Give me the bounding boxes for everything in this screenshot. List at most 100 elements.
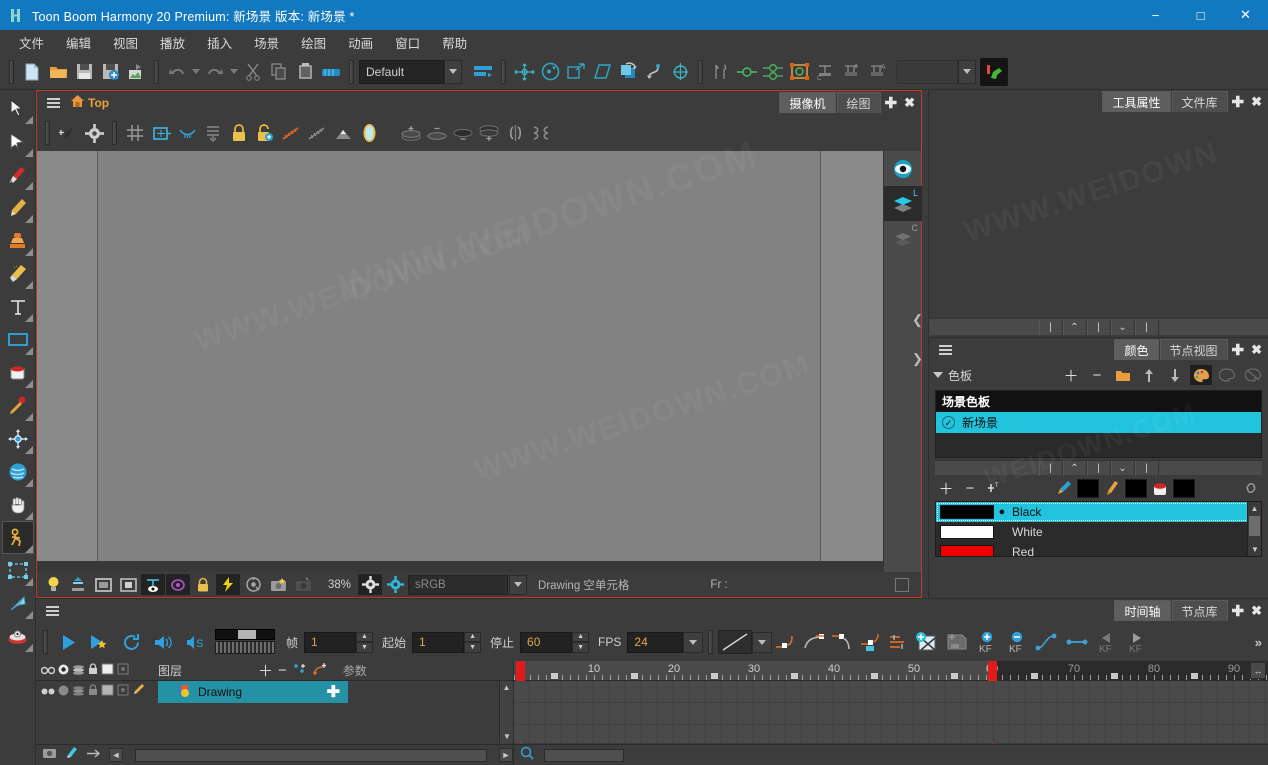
pal-nav-down-button[interactable]: ⌄ [1111,461,1135,476]
close-timeline-panel-button[interactable]: ✖ [1247,603,1266,619]
frame-grid[interactable] [514,681,1268,743]
row-lock-icon[interactable] [88,683,98,701]
menu-drawing[interactable]: 绘图 [290,30,337,55]
rectangle-tool-icon[interactable] [2,323,34,356]
transform-tool-icon[interactable] [2,422,34,455]
toolbar-grip-5[interactable] [698,60,703,84]
ease-in-icon[interactable] [772,629,800,655]
light-table-on-icon[interactable] [278,120,304,146]
hamburger-icon[interactable] [934,339,956,361]
eyes-icon[interactable] [41,662,55,680]
tab-node-library[interactable]: 节点库 [1172,600,1228,621]
camtool-grip-2[interactable] [112,121,117,145]
loop-icon[interactable] [115,629,147,655]
home-icon[interactable] [70,94,85,113]
opengl-gear-icon[interactable] [383,574,407,595]
palette-blue-icon[interactable] [318,59,344,85]
menu-help[interactable]: 帮助 [431,30,478,55]
move-up-icon[interactable] [1138,365,1160,385]
snapshot-icon[interactable] [266,574,290,595]
transform-move-icon[interactable] [511,59,537,85]
palette-link-icon[interactable] [1216,365,1238,385]
tab-camera[interactable]: 摄像机 [779,92,835,113]
tools-icon[interactable] [708,59,734,85]
light-bulb-icon[interactable] [41,574,65,595]
layer-pan-right-button[interactable]: ► [499,748,513,762]
prev-kf-icon[interactable]: KF [1092,629,1122,655]
add-view-button[interactable]: ✚ [882,94,901,112]
hamburger-icon[interactable] [42,92,64,114]
bezier-icon[interactable] [1032,629,1062,655]
brush-color-icon[interactable] [1101,478,1123,498]
arrow-right-icon[interactable] [86,746,101,764]
row-pencil-icon[interactable] [132,683,145,701]
close-view-button[interactable]: ✖ [900,95,919,111]
row-thumb-icon[interactable] [117,683,129,701]
align-down-icon[interactable] [200,120,226,146]
swatch-scroll-down[interactable]: ▼ [1248,543,1262,556]
timeline-ruler[interactable]: 10 20 30 40 50 60 70 80 90 ↔ [514,661,1268,681]
color-swatch-list[interactable]: ● Black White Red Green ▲ ▼ [935,501,1262,557]
unlink-icon[interactable] [1240,478,1262,498]
open-palette-folder-icon[interactable] [1112,365,1134,385]
color-icon[interactable] [101,662,114,680]
morph-tool-icon[interactable] [2,455,34,488]
palette-unlink-icon[interactable] [1242,365,1264,385]
camera-canvas[interactable]: WWW.WEIDOWN.COM WWW.WEIDOWN.COM [37,151,921,572]
lock-icon[interactable] [226,120,252,146]
pivot-icon[interactable] [667,59,693,85]
swatch-row[interactable]: Red [936,542,1261,557]
move-down-icon[interactable] [1164,365,1186,385]
swatch-row[interactable]: White [936,522,1261,542]
swatch-scroll-thumb[interactable] [1249,516,1260,536]
light-table-icon[interactable] [66,574,90,595]
no-preview-icon[interactable] [291,574,315,595]
pen-color-icon[interactable] [1053,478,1075,498]
flip-v-icon[interactable] [528,120,554,146]
redo-icon[interactable] [202,59,228,85]
menu-window[interactable]: 窗口 [384,30,431,55]
add-timeline-panel-button[interactable]: ✚ [1229,602,1248,620]
add-keyframe-icon[interactable] [912,629,942,655]
flip-h-icon[interactable] [502,120,528,146]
onion-eye-icon[interactable] [884,151,922,186]
light-table-off-icon[interactable] [304,120,330,146]
start-spinner[interactable]: 1 ▲▼ [412,632,481,653]
playhead[interactable] [516,661,525,681]
lock-status-icon[interactable] [191,574,215,595]
remove-color-icon[interactable]: − [959,478,981,498]
workspace-manager-icon[interactable] [470,59,496,85]
timeline-grip-2[interactable] [708,630,713,654]
status-checkbox[interactable] [895,578,909,592]
remove-kf-icon[interactable]: KF [1002,629,1032,655]
layer-pan-left-button[interactable]: ◄ [109,748,123,762]
render-view-icon[interactable] [241,574,265,595]
text-tool-icon[interactable] [2,290,34,323]
save-icon[interactable] [71,59,97,85]
pen-color-swatch[interactable] [1077,479,1099,498]
onion-marker-icon[interactable] [786,59,812,85]
cutter-tool-icon[interactable] [2,125,34,158]
color-space-dropdown-arrow[interactable] [509,575,527,595]
onion-skin-icon[interactable] [166,574,190,595]
thumb-icon[interactable] [117,662,129,680]
collapse-right-arrow[interactable]: ❯ [912,351,926,366]
redo-dropdown-icon[interactable] [228,59,240,85]
align-c-icon[interactable]: C [812,59,838,85]
camera-icon[interactable] [42,746,57,764]
stop-input[interactable]: 60 [520,632,572,653]
add-color-icon[interactable]: ＋ [935,478,957,498]
add-peg-icon[interactable] [398,120,424,146]
fit-view-icon[interactable] [148,120,174,146]
undo-icon[interactable] [164,59,190,85]
start-up-button[interactable]: ▲ [464,632,481,643]
layer-hscrollbar[interactable] [135,749,487,762]
menu-insert[interactable]: 插入 [196,30,243,55]
onion-both-icon[interactable] [760,59,786,85]
menu-file[interactable]: 文件 [8,30,55,55]
ease-out-icon[interactable] [800,629,828,655]
add-kf-column-icon[interactable] [942,629,972,655]
hand-tool-icon[interactable] [2,488,34,521]
dropper-tool-icon[interactable] [2,389,34,422]
paste-icon[interactable] [292,59,318,85]
